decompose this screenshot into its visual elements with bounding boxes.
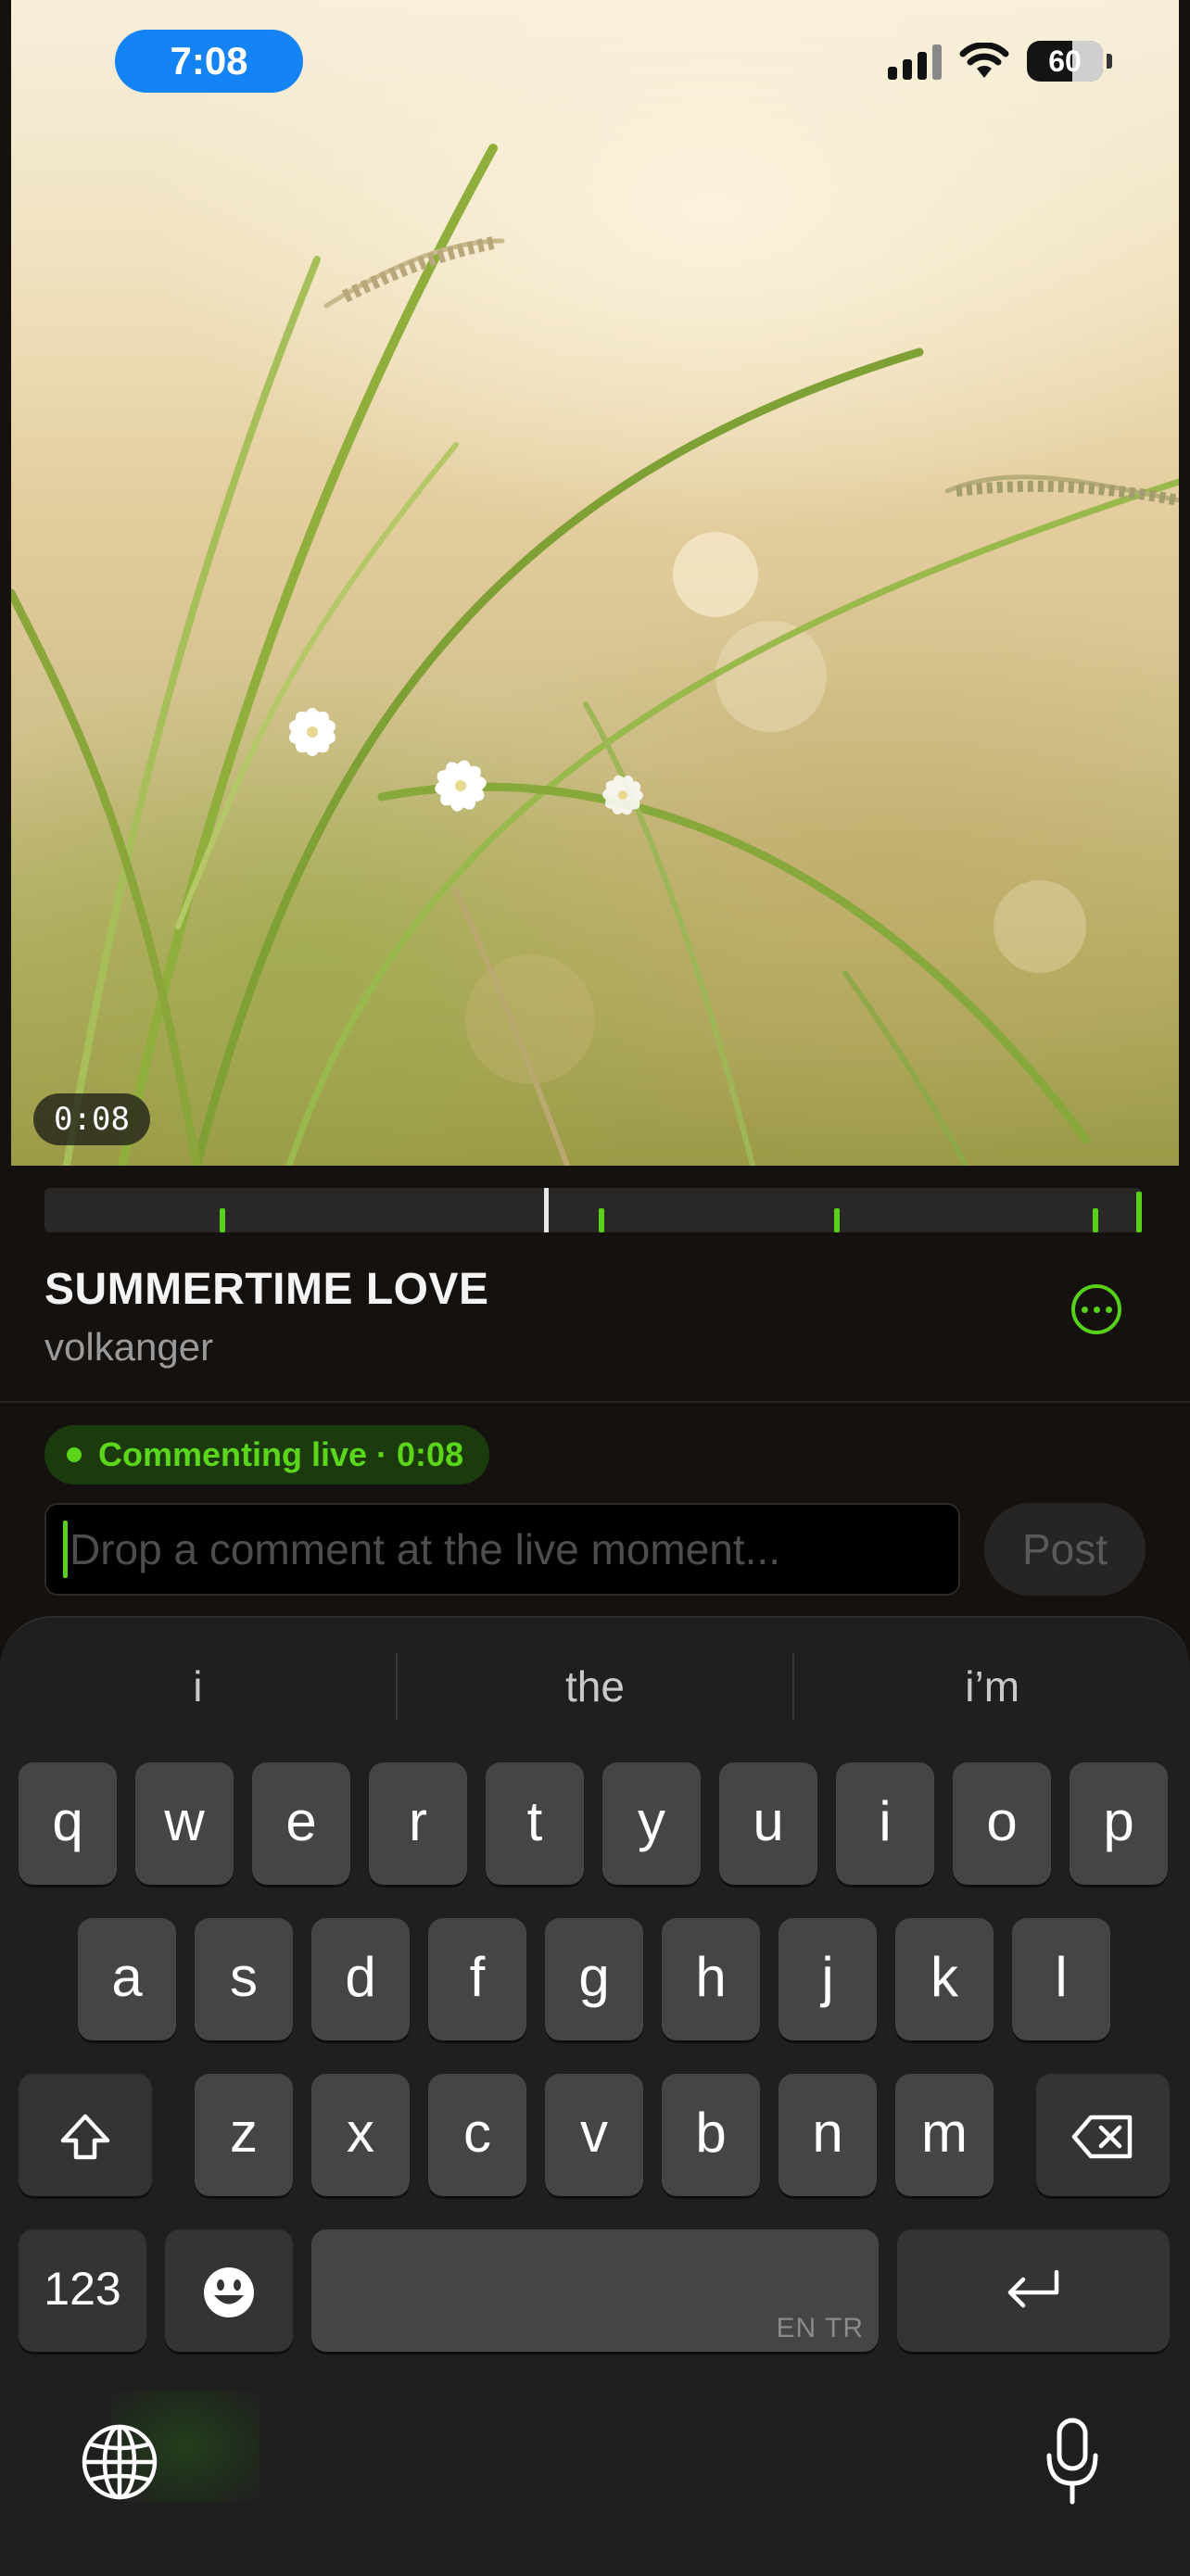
timeline-comment-marker[interactable] <box>1093 1208 1098 1232</box>
status-icons: 60 <box>888 41 1112 82</box>
delete-icon <box>1071 2115 1133 2159</box>
divider <box>0 1401 1190 1403</box>
suggestion-bar: i the i’m <box>0 1651 1190 1722</box>
key-h[interactable]: h <box>662 1918 760 2040</box>
key-m[interactable]: m <box>895 2074 994 2196</box>
text-caret <box>63 1521 68 1578</box>
space-key[interactable]: EN TR <box>311 2229 879 2352</box>
key-u[interactable]: u <box>719 1762 817 1885</box>
battery-tip <box>1107 54 1112 69</box>
key-w[interactable]: w <box>135 1762 234 1885</box>
key-e[interactable]: e <box>252 1762 350 1885</box>
comment-placeholder: Drop a comment at the live moment... <box>70 1525 780 1573</box>
track-title: SUMMERTIME LOVE <box>44 1265 489 1314</box>
key-z[interactable]: z <box>195 2074 293 2196</box>
space-language-hint: EN TR <box>776 2313 864 2343</box>
key-p[interactable]: p <box>1070 1762 1168 1885</box>
suggestion-3[interactable]: i’m <box>794 1651 1190 1722</box>
timeline-comment-marker[interactable] <box>1136 1192 1142 1232</box>
video-player[interactable]: 0:08 <box>11 0 1179 1166</box>
commenting-live-label: Commenting live · 0:08 <box>98 1435 464 1473</box>
emoji-key[interactable] <box>165 2229 293 2352</box>
live-dot-icon <box>67 1447 82 1462</box>
timeline-comment-marker[interactable] <box>834 1208 840 1232</box>
key-q[interactable]: q <box>19 1762 117 1885</box>
numbers-key[interactable]: 123 <box>19 2229 146 2352</box>
key-i[interactable]: i <box>836 1762 934 1885</box>
comment-input[interactable]: Drop a comment at the live moment... <box>44 1503 960 1596</box>
key-l[interactable]: l <box>1012 1918 1110 2040</box>
key-s[interactable]: s <box>195 1918 293 2040</box>
globe-icon[interactable] <box>78 2420 161 2504</box>
key-f[interactable]: f <box>428 1918 526 2040</box>
return-key[interactable] <box>897 2229 1170 2352</box>
delete-key[interactable] <box>1036 2074 1170 2196</box>
shift-key[interactable] <box>19 2074 152 2196</box>
return-icon <box>1007 2269 1059 2308</box>
cellular-signal-icon <box>888 43 942 80</box>
key-v[interactable]: v <box>545 2074 643 2196</box>
key-o[interactable]: o <box>953 1762 1051 1885</box>
wifi-icon <box>959 43 1009 78</box>
key-r[interactable]: r <box>369 1762 467 1885</box>
track-artist[interactable]: volkanger <box>44 1325 213 1370</box>
key-k[interactable]: k <box>895 1918 994 2040</box>
suggestion-1[interactable]: i <box>0 1651 396 1722</box>
emoji-icon <box>204 2267 254 2318</box>
microphone-icon[interactable] <box>1042 2415 1103 2507</box>
key-t[interactable]: t <box>486 1762 584 1885</box>
suggestion-2[interactable]: the <box>398 1651 793 1722</box>
commenting-live-badge: Commenting live · 0:08 <box>44 1425 490 1484</box>
timeline-comment-marker[interactable] <box>599 1208 604 1232</box>
post-button[interactable]: Post <box>984 1503 1146 1596</box>
timeline-playhead[interactable] <box>544 1188 549 1232</box>
more-options-icon[interactable] <box>1071 1284 1121 1334</box>
battery-icon: 60 <box>1027 41 1103 82</box>
shift-icon <box>60 2114 110 2160</box>
key-x[interactable]: x <box>311 2074 410 2196</box>
key-y[interactable]: y <box>602 1762 701 1885</box>
key-n[interactable]: n <box>779 2074 877 2196</box>
video-frame-grass <box>11 144 1179 1166</box>
key-j[interactable]: j <box>779 1918 877 2040</box>
status-time-pill[interactable]: 7:08 <box>115 30 303 93</box>
key-a[interactable]: a <box>78 1918 176 2040</box>
key-g[interactable]: g <box>545 1918 643 2040</box>
video-time-badge: 0:08 <box>33 1093 150 1145</box>
comment-timeline[interactable] <box>44 1188 1142 1232</box>
timeline-comment-marker[interactable] <box>220 1208 225 1232</box>
key-c[interactable]: c <box>428 2074 526 2196</box>
key-b[interactable]: b <box>662 2074 760 2196</box>
key-d[interactable]: d <box>311 1918 410 2040</box>
battery-level: 60 <box>1048 44 1082 78</box>
